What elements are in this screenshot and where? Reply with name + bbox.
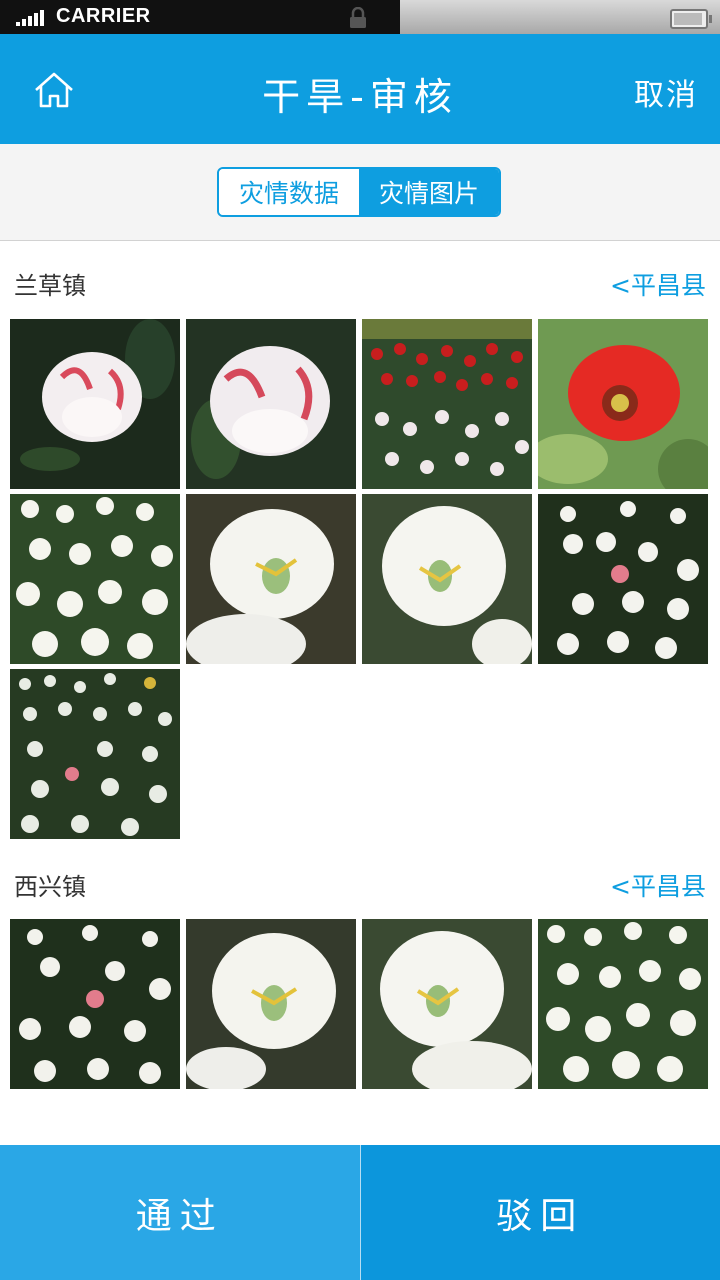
photo-thumbnail[interactable] <box>186 319 356 489</box>
reject-button[interactable]: 驳回 <box>359 1145 720 1280</box>
photo-thumbnail[interactable] <box>362 919 532 1089</box>
status-bar: CARRIER <box>0 0 720 34</box>
photo-thumbnail[interactable] <box>10 494 180 664</box>
section-link-pingchang-1[interactable]: <平昌县 <box>610 266 706 302</box>
action-bar: 通过 驳回 <box>0 1145 720 1280</box>
battery-icon <box>670 9 712 29</box>
segment-bar: 灾情数据 灾情图片 <box>0 144 720 241</box>
section-title-lancaozhen: 兰草镇 <box>14 272 86 300</box>
section-link-pingchang-2[interactable]: <平昌县 <box>610 867 706 903</box>
photo-thumbnail[interactable] <box>538 319 708 489</box>
nav-bar: 干旱-审核 取消 <box>0 34 720 144</box>
signal-icon <box>16 10 44 26</box>
carrier-label: CARRIER <box>56 5 151 27</box>
photo-thumbnail[interactable] <box>538 494 708 664</box>
photo-thumbnail[interactable] <box>10 669 180 839</box>
cancel-button[interactable]: 取消 <box>634 70 698 114</box>
photo-thumbnail[interactable] <box>186 919 356 1089</box>
photo-thumbnail[interactable] <box>538 919 708 1089</box>
photo-thumbnail[interactable] <box>186 494 356 664</box>
tab-disaster-data[interactable]: 灾情数据 <box>219 169 359 215</box>
section-title-xixingzhen: 西兴镇 <box>14 873 86 901</box>
photo-thumbnail[interactable] <box>362 319 532 489</box>
photo-thumbnail[interactable] <box>10 919 180 1089</box>
segmented-control: 灾情数据 灾情图片 <box>217 167 501 217</box>
pass-button[interactable]: 通过 <box>0 1145 360 1280</box>
tab-disaster-photos[interactable]: 灾情图片 <box>359 169 499 215</box>
page-title: 干旱-审核 <box>262 75 458 119</box>
photo-thumbnail[interactable] <box>362 494 532 664</box>
lock-icon <box>350 7 366 28</box>
photo-thumbnail[interactable] <box>10 319 180 489</box>
